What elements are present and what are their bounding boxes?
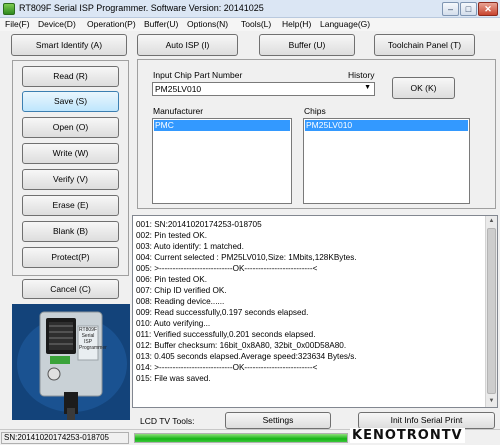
menu-operation[interactable]: Operation(P) <box>87 19 136 29</box>
open-button[interactable]: Open (O) <box>22 117 119 138</box>
log-line: 012: Buffer checksum: 16bit_0x8A80, 32bi… <box>136 341 347 350</box>
chips-label: Chips <box>304 106 326 116</box>
manufacturer-label: Manufacturer <box>153 106 204 116</box>
ok-button[interactable]: OK (K) <box>392 77 455 99</box>
chips-selected-item[interactable]: PM25LV010 <box>305 120 468 131</box>
history-label: History <box>348 70 375 80</box>
log-line: 004: Current selected : PM25LV010,Size: … <box>136 253 357 262</box>
save-button[interactable]: Save (S) <box>22 91 119 112</box>
log-line: 007: Chip ID verified OK. <box>136 286 227 295</box>
log-line: 006: Pin tested OK. <box>136 275 208 284</box>
log-line: 010: Auto verifying... <box>136 319 211 328</box>
device-label: RT809F Serial ISP Programmer <box>79 327 107 351</box>
menu-options[interactable]: Options(N) <box>187 19 228 29</box>
menu-buffer[interactable]: Buffer(U) <box>144 19 178 29</box>
programmer-device-image <box>12 304 130 420</box>
auto-isp-button[interactable]: Auto ISP (I) <box>137 34 238 56</box>
chips-list[interactable]: PM25LV010 <box>303 118 470 204</box>
buffer-button[interactable]: Buffer (U) <box>259 34 355 56</box>
settings-button[interactable]: Settings <box>225 412 331 429</box>
init-info-serial-print-button[interactable]: Init Info Serial Print <box>358 412 495 429</box>
progress-bar <box>134 433 348 443</box>
log-scrollbar[interactable]: ▲ ▼ <box>485 216 497 407</box>
dropdown-arrow-icon[interactable]: ▼ <box>364 84 371 91</box>
app-icon <box>3 3 15 15</box>
programmer-photo: RT809F Serial ISP Programmer <box>12 304 130 420</box>
close-button[interactable]: ✕ <box>478 2 498 16</box>
menu-language[interactable]: Language(G) <box>320 19 370 29</box>
input-chip-label: Input Chip Part Number <box>153 70 243 80</box>
title-bar: RT809F Serial ISP Programmer. Software V… <box>0 0 500 18</box>
maximize-button[interactable]: □ <box>460 2 477 16</box>
toolchain-panel-button[interactable]: Toolchain Panel (T) <box>374 34 475 56</box>
read-button[interactable]: Read (R) <box>22 66 119 87</box>
menu-tools[interactable]: Tools(L) <box>241 19 271 29</box>
blank-button[interactable]: Blank (B) <box>22 221 119 242</box>
log-line: 003: Auto identify: 1 matched. <box>136 242 244 251</box>
log-line: 001: SN:20141020174253-018705 <box>136 220 262 229</box>
log-line: 014: >---------------------------OK-----… <box>136 363 318 372</box>
log-line: 002: Pin tested OK. <box>136 231 208 240</box>
log-output[interactable]: 001: SN:20141020174253-018705 002: Pin t… <box>132 215 498 408</box>
chip-part-number-value: PM25LV010 <box>155 84 202 94</box>
log-line: 013: 0.405 seconds elapsed.Average speed… <box>136 352 357 361</box>
menu-help[interactable]: Help(H) <box>282 19 311 29</box>
chip-part-number-combo[interactable]: PM25LV010 ▼ <box>152 82 375 96</box>
log-line: 015: File was saved. <box>136 374 211 383</box>
window-title: RT809F Serial ISP Programmer. Software V… <box>19 3 264 13</box>
protect-button[interactable]: Protect(P) <box>22 247 119 268</box>
log-line: 011: Verified successfully,0.201 seconds… <box>136 330 316 339</box>
manufacturer-selected-item[interactable]: PMC <box>154 120 290 131</box>
watermark-logo: KENOTRONTV <box>350 428 465 443</box>
smart-identify-button[interactable]: Smart Identify (A) <box>11 34 127 56</box>
scroll-down-icon[interactable]: ▼ <box>486 396 497 407</box>
erase-button[interactable]: Erase (E) <box>22 195 119 216</box>
verify-button[interactable]: Verify (V) <box>22 169 119 190</box>
log-line: 005: >---------------------------OK-----… <box>136 264 318 273</box>
menu-bar: File(F) Device(D) Operation(P) Buffer(U)… <box>0 18 500 31</box>
manufacturer-list[interactable]: PMC <box>152 118 292 204</box>
minimize-button[interactable]: – <box>442 2 459 16</box>
cancel-button[interactable]: Cancel (C) <box>22 279 119 299</box>
status-serial-number: SN:20141020174253-018705 <box>1 432 129 444</box>
scroll-thumb[interactable] <box>487 228 496 394</box>
menu-file[interactable]: File(F) <box>5 19 30 29</box>
lcd-tv-tools-label: LCD TV Tools: <box>140 416 195 426</box>
write-button[interactable]: Write (W) <box>22 143 119 164</box>
menu-device[interactable]: Device(D) <box>38 19 76 29</box>
progress-fill <box>135 434 347 442</box>
log-line: 008: Reading device...... <box>136 297 225 306</box>
scroll-up-icon[interactable]: ▲ <box>486 216 497 227</box>
log-line: 009: Read successfully,0.197 seconds ela… <box>136 308 309 317</box>
